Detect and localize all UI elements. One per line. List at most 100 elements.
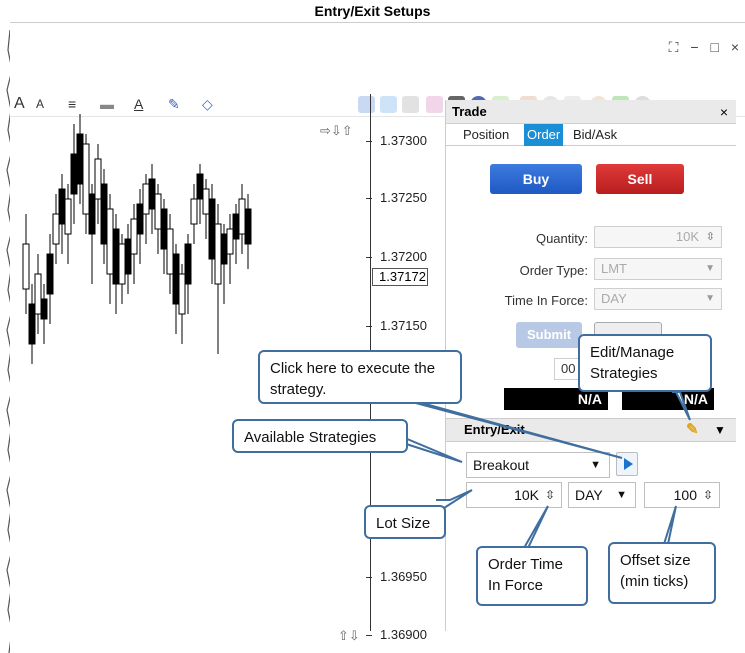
candle-body <box>244 208 252 245</box>
trade-panel-header: Trade × <box>446 100 736 124</box>
price-label: 1.37300 <box>380 133 427 148</box>
time-in-force-value: DAY <box>601 291 627 306</box>
scroll-arrows-icon[interactable]: ⇨⇩⇧ <box>320 123 353 139</box>
candle-body <box>232 213 240 240</box>
candle-body <box>34 273 42 315</box>
quantity-label: Quantity: <box>535 231 588 246</box>
order-type-label: Order Type: <box>519 263 588 278</box>
candle-body <box>40 298 48 320</box>
callout-execute: Click here to execute the strategy. <box>258 350 462 404</box>
candle-body <box>64 198 72 235</box>
candle-body <box>124 238 132 275</box>
quantity-stepper[interactable]: 10K ⇳ <box>594 226 722 248</box>
callout-lot-size: Lot Size <box>364 505 446 539</box>
sell-button[interactable]: Sell <box>596 164 684 194</box>
candle-body <box>88 193 96 235</box>
candle-body <box>118 243 126 285</box>
price-tick <box>366 257 372 258</box>
tab-bid-ask[interactable]: Bid/Ask <box>570 124 620 146</box>
callout-manage-strategies: Edit/Manage Strategies <box>578 334 712 392</box>
trade-tabs: Position Order Bid/Ask <box>446 124 736 146</box>
candle-body <box>112 228 120 285</box>
lot-size-value: 10K <box>514 487 539 503</box>
draw-tool-icon[interactable] <box>402 96 419 113</box>
candle-body <box>160 208 168 250</box>
current-price-marker: 1.37172 <box>372 268 428 286</box>
candle-body <box>100 183 108 245</box>
candle-body <box>208 198 216 260</box>
lot-size-stepper[interactable]: 10K ⇳ <box>466 482 562 508</box>
candle-body <box>130 218 138 255</box>
candle-body <box>220 233 228 265</box>
chevron-down-icon: ▼ <box>705 263 715 274</box>
candle-body <box>142 183 150 215</box>
strategy-select[interactable]: Breakout ▼ <box>466 452 610 478</box>
price-label: 1.37150 <box>380 318 427 333</box>
trade-panel-title: Trade <box>452 104 487 119</box>
buy-button[interactable]: Buy <box>490 164 582 194</box>
price-label: 1.37250 <box>380 190 427 205</box>
chevron-down-icon: ▼ <box>616 489 627 501</box>
callout-available-strategies: Available Strategies <box>232 419 408 453</box>
candle-body <box>94 158 102 200</box>
minimize-button[interactable]: − <box>690 39 698 55</box>
candle-body <box>148 178 156 210</box>
candle-body <box>172 253 180 305</box>
order-type-value: LMT <box>601 261 627 276</box>
collapse-chevron-icon[interactable]: ▼ <box>714 419 726 441</box>
quantity-value: 10K <box>675 229 699 244</box>
price-tick <box>366 198 372 199</box>
price-tick <box>366 577 372 578</box>
candle-body <box>202 188 210 215</box>
page-caption: Entry/Exit Setups <box>314 3 431 19</box>
candle-body <box>136 203 144 235</box>
candle-body <box>46 253 54 295</box>
stepper-arrows-icon[interactable]: ⇳ <box>703 483 713 507</box>
submit-button[interactable]: Submit <box>516 322 582 348</box>
edit-strategies-pencil-icon[interactable]: ✎ <box>686 419 699 441</box>
maximize-button[interactable]: □ <box>710 39 718 55</box>
candle-body <box>214 223 222 285</box>
chevron-down-icon: ▼ <box>705 293 715 304</box>
time-in-force-label: Time In Force: <box>504 293 588 308</box>
stepper-arrows-icon[interactable]: ⇳ <box>706 227 715 247</box>
chevron-down-icon: ▼ <box>590 459 601 471</box>
stepper-arrows-icon[interactable]: ⇳ <box>545 483 555 507</box>
price-tick <box>366 141 372 142</box>
price-label: 1.36900 <box>380 627 427 642</box>
tif-select[interactable]: DAY ▼ <box>568 482 636 508</box>
tab-position[interactable]: Position <box>460 124 512 146</box>
candle-body <box>106 208 114 275</box>
time-in-force-select[interactable]: DAY ▼ <box>594 288 722 310</box>
callout-offset: Offset size (min ticks) <box>608 542 716 604</box>
close-button[interactable]: × <box>731 39 739 55</box>
order-type-select[interactable]: LMT ▼ <box>594 258 722 280</box>
candle-body <box>190 198 198 225</box>
offset-value: 100 <box>673 487 697 503</box>
candle-body <box>22 243 30 290</box>
entry-exit-header: Entry/Exit ✎ ▼ <box>446 418 736 442</box>
candle-body <box>178 273 186 315</box>
indicator-icon[interactable] <box>426 96 443 113</box>
execute-strategy-button[interactable] <box>616 452 638 476</box>
candle-body <box>154 193 162 230</box>
strategy-value: Breakout <box>473 457 530 473</box>
entry-exit-title: Entry/Exit <box>464 422 525 437</box>
window-controls: ⛶ − □ × <box>661 39 739 56</box>
candle-body <box>76 133 84 185</box>
candle-body <box>226 228 234 255</box>
candle-body <box>52 213 60 245</box>
tab-order[interactable]: Order <box>524 124 564 146</box>
candle-body <box>166 228 174 275</box>
scroll-arrows-bottom-icon[interactable]: ⇧⇩ <box>338 628 360 644</box>
price-label: 1.37200 <box>380 249 427 264</box>
price-label: 1.36950 <box>380 569 427 584</box>
candle-body <box>58 188 66 225</box>
fullscreen-icon[interactable]: ⛶ <box>669 39 679 55</box>
offset-stepper[interactable]: 100 ⇳ <box>644 482 720 508</box>
candle-body <box>28 303 36 345</box>
candle-body <box>184 243 192 285</box>
tif-value: DAY <box>575 487 603 503</box>
trade-panel-close-icon[interactable]: × <box>720 100 728 124</box>
candle-body <box>82 143 90 215</box>
